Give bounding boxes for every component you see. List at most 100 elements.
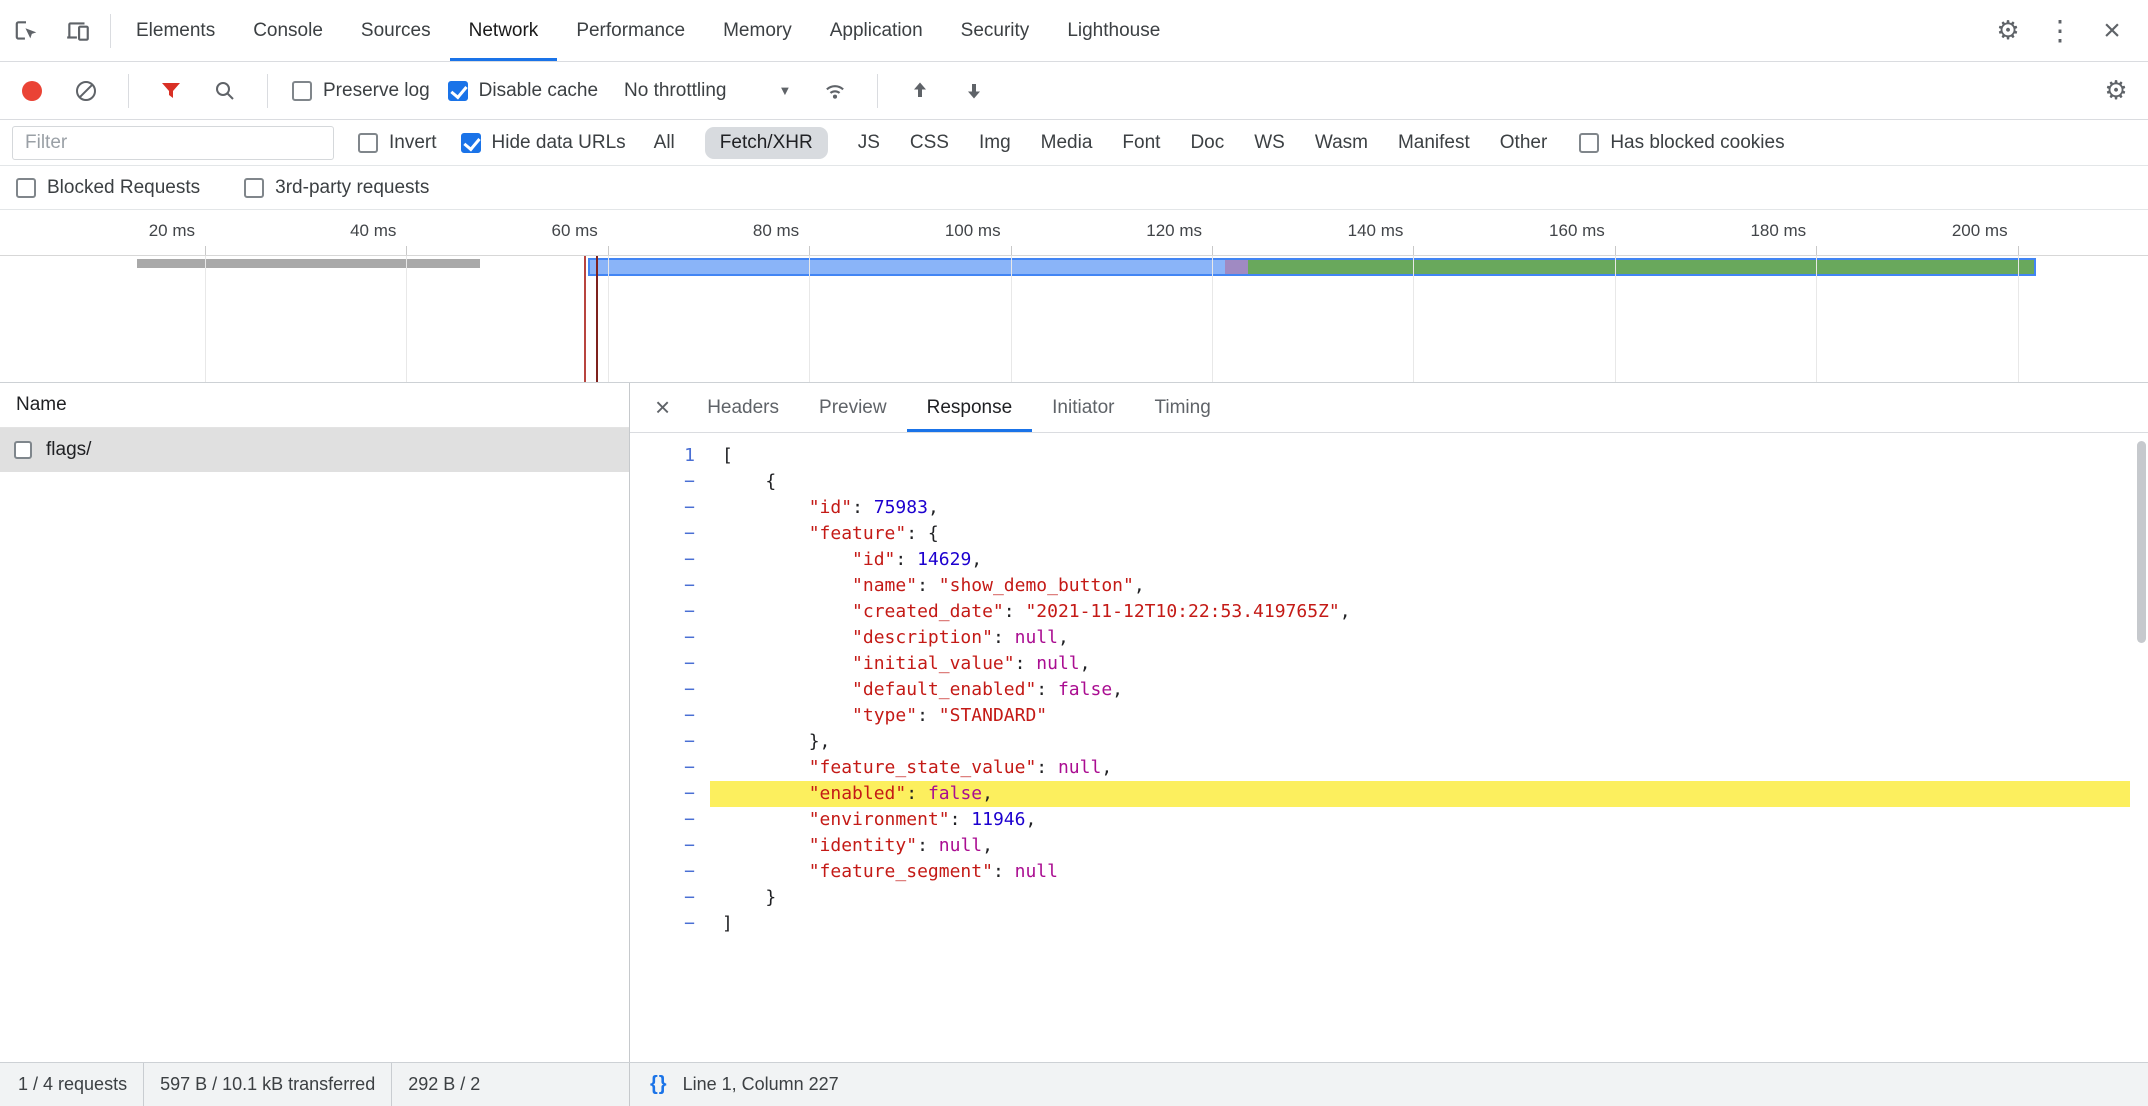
filter-type-ws[interactable]: WS [1254, 127, 1285, 159]
timeline-gridline [406, 256, 407, 382]
record-network-log-button[interactable] [14, 71, 50, 111]
preserve-log-checkbox[interactable]: Preserve log [292, 80, 430, 102]
tab-initiator[interactable]: Initiator [1032, 383, 1134, 432]
code-line-text: ] [710, 911, 2130, 937]
fold-marker[interactable]: − [630, 651, 710, 677]
timeline-tick [809, 246, 810, 255]
timeline-tick [2018, 246, 2019, 255]
code-line-text: "created_date": "2021-11-12T10:22:53.419… [710, 599, 2130, 625]
filter-type-all[interactable]: All [654, 127, 675, 159]
blocked-requests-checkbox[interactable]: Blocked Requests [16, 177, 200, 199]
fold-marker[interactable]: − [630, 729, 710, 755]
more-options-icon[interactable]: ⋮ [2034, 0, 2086, 61]
tab-preview[interactable]: Preview [799, 383, 907, 432]
fold-marker[interactable]: − [630, 885, 710, 911]
scrollbar-thumb[interactable] [2137, 441, 2146, 643]
resources-size: 292 B / 2 [408, 1074, 480, 1095]
fold-marker[interactable]: − [630, 859, 710, 885]
timeline-tick [608, 246, 609, 255]
timeline-gridline [608, 256, 609, 382]
response-code-viewer[interactable]: 1[− {− "id": 75983,− "feature": {− "id":… [630, 433, 2148, 1062]
throttling-dropdown[interactable]: No throttling ▼ [616, 80, 799, 102]
search-icon[interactable] [207, 71, 243, 111]
tab-security[interactable]: Security [942, 0, 1049, 61]
settings-gear-icon[interactable]: ⚙ [1982, 0, 2034, 61]
network-overview-timeline[interactable]: 20 ms40 ms60 ms80 ms100 ms120 ms140 ms16… [0, 210, 2148, 383]
network-settings-gear-icon[interactable]: ⚙ [2098, 71, 2134, 111]
fold-marker[interactable]: − [630, 911, 710, 937]
code-line: − { [630, 469, 2148, 495]
disable-cache-checkbox[interactable]: Disable cache [448, 80, 598, 102]
line-number[interactable]: 1 [630, 443, 710, 469]
fold-marker[interactable]: − [630, 755, 710, 781]
fold-marker[interactable]: − [630, 833, 710, 859]
fold-marker[interactable]: − [630, 495, 710, 521]
filter-input[interactable] [12, 126, 334, 160]
clear-network-log-button[interactable] [68, 71, 104, 111]
has-blocked-cookies-checkbox[interactable]: Has blocked cookies [1579, 132, 1784, 154]
filter-type-css[interactable]: CSS [910, 127, 949, 159]
hide-data-urls-label: Hide data URLs [492, 132, 626, 154]
name-column-header[interactable]: Name [0, 383, 629, 428]
fold-marker[interactable]: − [630, 625, 710, 651]
invert-label: Invert [389, 132, 437, 154]
tab-lighthouse[interactable]: Lighthouse [1048, 0, 1179, 61]
filter-type-img[interactable]: Img [979, 127, 1011, 159]
timeline-tick [1212, 246, 1213, 255]
tab-application[interactable]: Application [811, 0, 942, 61]
request-checkbox[interactable] [14, 441, 32, 459]
filter-funnel-icon[interactable] [153, 71, 189, 111]
device-toolbar-icon[interactable] [52, 0, 104, 61]
close-details-icon[interactable]: × [638, 383, 687, 432]
third-party-requests-checkbox[interactable]: 3rd-party requests [244, 177, 429, 199]
request-row-flags[interactable]: flags/ [0, 428, 629, 472]
timeline-label: 100 ms [861, 221, 1001, 241]
request-details-panel: × Headers Preview Response Initiator Tim… [630, 383, 2148, 1062]
close-devtools-icon[interactable]: × [2086, 0, 2138, 61]
tab-network[interactable]: Network [450, 0, 558, 61]
export-har-icon[interactable] [956, 71, 992, 111]
fold-marker[interactable]: − [630, 573, 710, 599]
tab-memory[interactable]: Memory [704, 0, 811, 61]
filter-type-fetch-xhr[interactable]: Fetch/XHR [705, 127, 828, 159]
checkbox-unchecked-icon [16, 178, 36, 198]
network-toolbar: Preserve log Disable cache No throttling… [0, 62, 2148, 120]
code-line: − "id": 75983, [630, 495, 2148, 521]
requests-count: 1 / 4 requests [18, 1074, 127, 1095]
tab-headers[interactable]: Headers [687, 383, 799, 432]
tab-timing[interactable]: Timing [1134, 383, 1230, 432]
filter-type-js[interactable]: JS [858, 127, 880, 159]
import-har-icon[interactable] [902, 71, 938, 111]
fold-marker[interactable]: − [630, 599, 710, 625]
filter-type-font[interactable]: Font [1122, 127, 1160, 159]
fold-marker[interactable]: − [630, 547, 710, 573]
tab-elements[interactable]: Elements [117, 0, 234, 61]
tab-performance[interactable]: Performance [557, 0, 704, 61]
filter-type-manifest[interactable]: Manifest [1398, 127, 1470, 159]
network-conditions-icon[interactable] [817, 71, 853, 111]
filter-type-other[interactable]: Other [1500, 127, 1548, 159]
timeline-ruler: 20 ms40 ms60 ms80 ms100 ms120 ms140 ms16… [0, 210, 2148, 256]
tab-response[interactable]: Response [907, 383, 1033, 432]
filter-type-wasm[interactable]: Wasm [1315, 127, 1368, 159]
timeline-gridline [205, 256, 206, 382]
fold-marker[interactable]: − [630, 469, 710, 495]
fold-marker[interactable]: − [630, 807, 710, 833]
inspect-element-icon[interactable] [0, 0, 52, 61]
hide-data-urls-checkbox[interactable]: Hide data URLs [461, 132, 626, 154]
code-line-text: "id": 14629, [710, 547, 2130, 573]
fold-marker[interactable]: − [630, 521, 710, 547]
filter-type-media[interactable]: Media [1041, 127, 1093, 159]
code-line-text: }, [710, 729, 2130, 755]
network-main-split: Name flags/ × Headers Preview Response I… [0, 383, 2148, 1062]
invert-checkbox[interactable]: Invert [358, 132, 437, 154]
fold-marker[interactable]: − [630, 781, 710, 807]
fold-marker[interactable]: − [630, 677, 710, 703]
tab-console[interactable]: Console [234, 0, 342, 61]
fold-marker[interactable]: − [630, 703, 710, 729]
code-line-text: "environment": 11946, [710, 807, 2130, 833]
filter-type-doc[interactable]: Doc [1190, 127, 1224, 159]
pretty-print-braces-icon[interactable]: {} [650, 1073, 668, 1096]
tab-sources[interactable]: Sources [342, 0, 450, 61]
overview-bar-gray [137, 259, 480, 268]
